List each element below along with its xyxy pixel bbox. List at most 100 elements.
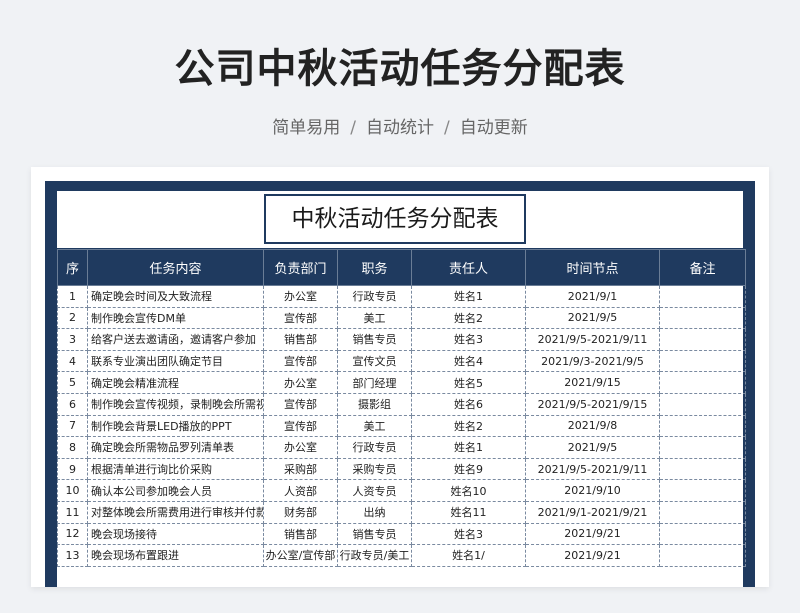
cell-owner: 姓名2 xyxy=(411,306,526,330)
feature-tags: 简单易用 / 自动统计 / 自动更新 xyxy=(0,113,800,138)
table-row: 4 联系专业演出团队确定节目 宣传部 宣传文员 姓名4 2021/9/3-2021/9/5 xyxy=(57,349,746,373)
cell-task: 晚会现场接待 xyxy=(87,522,264,546)
task-table: 序任务内容 负责部门 职务 责任人 时间节点 备注 1 确定晚会时间及大致流程 办公室 行政专员… xyxy=(57,249,746,567)
cell-department: 宣传部 xyxy=(263,349,338,373)
cell-position: 美工 xyxy=(337,306,412,330)
cell-task: 确定晚会精准流程 xyxy=(87,371,264,394)
cell-position: 行政专员 xyxy=(337,436,412,459)
cell-notes xyxy=(659,414,746,438)
cell-task: 制作晚会背景LED播放的PPT xyxy=(87,414,264,438)
cell-task: 确认本公司参加晚会人员 xyxy=(87,479,264,502)
cell-department: 宣传部 xyxy=(263,392,338,416)
spreadsheet-preview-card: 中秋活动任务分配表 序任务内容 负责部门 职务 责任人 时间节点 备注 1 确定晚会时间及大… xyxy=(31,167,769,587)
cell-notes xyxy=(659,328,746,351)
cell-task: 联系专业演出团队确定节目 xyxy=(87,349,264,373)
cell-notes xyxy=(659,544,746,567)
cell-owner: 姓名3 xyxy=(411,522,526,546)
table-row: 2 制作晚会宣传DM单 宣传部 美工 姓名2 2021/9/5 xyxy=(57,306,746,330)
cell-position: 宣传文员 xyxy=(337,349,412,373)
cell-notes xyxy=(659,306,746,330)
cell-index: 2 xyxy=(57,306,88,330)
cell-owner: 姓名1 xyxy=(411,436,526,459)
cell-department: 办公室/宣传部 xyxy=(263,544,338,567)
cell-position: 人资专员 xyxy=(337,479,412,502)
cell-index: 12 xyxy=(57,522,88,546)
cell-deadline: 2021/9/5-2021/9/11 xyxy=(525,457,660,481)
cell-position: 美工 xyxy=(337,414,412,438)
col-header-deadline: 时间节点 xyxy=(525,249,660,286)
col-header-task: 任务内容 xyxy=(87,249,264,286)
sheet-title-row: 中秋活动任务分配表 xyxy=(57,191,743,249)
cell-department: 宣传部 xyxy=(263,306,338,330)
cell-notes xyxy=(659,479,746,502)
cell-task: 制作晚会宣传视频，录制晚会所需视频 xyxy=(87,392,264,416)
table-row: 9 根据清单进行询比价采购 采购部 采购专员 姓名9 2021/9/5-2021/9/11 xyxy=(57,457,746,481)
spreadsheet-frame: 中秋活动任务分配表 序任务内容 负责部门 职务 责任人 时间节点 备注 1 确定晚会时间及大… xyxy=(45,181,755,587)
cell-deadline: 2021/9/21 xyxy=(525,544,660,567)
cell-owner: 姓名9 xyxy=(411,457,526,481)
table-row: 5 确定晚会精准流程 办公室 部门经理 姓名5 2021/9/15 xyxy=(57,371,746,394)
table-row: 3 给客户送去邀请函，邀请客户参加 销售部 销售专员 姓名3 2021/9/5-2021/… xyxy=(57,328,746,351)
cell-index: 10 xyxy=(57,479,88,502)
sheet-title: 中秋活动任务分配表 xyxy=(264,194,526,244)
cell-department: 办公室 xyxy=(263,436,338,459)
cell-owner: 姓名10 xyxy=(411,479,526,502)
cell-task: 给客户送去邀请函，邀请客户参加 xyxy=(87,328,264,351)
cell-deadline: 2021/9/5 xyxy=(525,306,660,330)
cell-owner: 姓名5 xyxy=(411,371,526,394)
cell-position: 部门经理 xyxy=(337,371,412,394)
cell-task: 确定晚会时间及大致流程 xyxy=(87,285,264,308)
feature-tag: 简单易用 xyxy=(272,118,341,138)
cell-index: 4 xyxy=(57,349,88,373)
cell-department: 办公室 xyxy=(263,285,338,308)
spreadsheet: 中秋活动任务分配表 序任务内容 负责部门 职务 责任人 时间节点 备注 1 确定晚会时间及大… xyxy=(56,190,746,587)
cell-position: 摄影组 xyxy=(337,392,412,416)
col-header-department: 负责部门 xyxy=(263,249,338,286)
cell-owner: 姓名4 xyxy=(411,349,526,373)
cell-position: 销售专员 xyxy=(337,328,412,351)
cell-notes xyxy=(659,371,746,394)
table-row: 8 确定晚会所需物品罗列清单表 办公室 行政专员 姓名1 2021/9/5 xyxy=(57,436,746,459)
cell-deadline: 2021/9/3-2021/9/5 xyxy=(525,349,660,373)
cell-department: 宣传部 xyxy=(263,414,338,438)
cell-task: 对整体晚会所需费用进行审核并付款 xyxy=(87,500,264,524)
cell-position: 行政专员/美工 xyxy=(337,544,412,567)
table-row: 13 晚会现场布置跟进 办公室/宣传部 行政专员/美工 姓名1/2021/9/21 xyxy=(57,544,746,567)
cell-task: 晚会现场布置跟进 xyxy=(87,544,264,567)
cell-deadline: 2021/9/15 xyxy=(525,371,660,394)
cell-department: 销售部 xyxy=(263,522,338,546)
cell-department: 财务部 xyxy=(263,500,338,524)
cell-task: 制作晚会宣传DM单 xyxy=(87,306,264,330)
cell-index: 9 xyxy=(57,457,88,481)
cell-position: 行政专员 xyxy=(337,285,412,308)
cell-owner: 姓名6 xyxy=(411,392,526,416)
cell-owner: 姓名1 xyxy=(411,285,526,308)
cell-task: 确定晚会所需物品罗列清单表 xyxy=(87,436,264,459)
cell-notes xyxy=(659,500,746,524)
cell-deadline: 2021/9/1-2021/9/21 xyxy=(525,500,660,524)
table-row: 11 对整体晚会所需费用进行审核并付款 财务部 出纳 姓名11 2021/9/1-2021… xyxy=(57,500,746,524)
cell-deadline: 2021/9/10 xyxy=(525,479,660,502)
col-header-position: 职务 xyxy=(337,249,412,286)
cell-owner: 姓名2 xyxy=(411,414,526,438)
cell-deadline: 2021/9/8 xyxy=(525,414,660,438)
cell-owner: 姓名1/ xyxy=(411,544,526,567)
table-row: 12 晚会现场接待 销售部 销售专员 姓名3 2021/9/21 xyxy=(57,522,746,546)
table-row: 7 制作晚会背景LED播放的PPT 宣传部 美工 姓名2 2021/9/8 xyxy=(57,414,746,438)
cell-deadline: 2021/9/21 xyxy=(525,522,660,546)
cell-index: 3 xyxy=(57,328,88,351)
cell-index: 11 xyxy=(57,500,88,524)
cell-index: 13 xyxy=(57,544,88,567)
cell-index: 1 xyxy=(57,285,88,308)
tag-separator: / xyxy=(444,118,450,138)
cell-deadline: 2021/9/5-2021/9/15 xyxy=(525,392,660,416)
cell-index: 7 xyxy=(57,414,88,438)
page-title: 公司中秋活动任务分配表 xyxy=(174,46,626,92)
cell-index: 5 xyxy=(57,371,88,394)
feature-tag: 自动更新 xyxy=(459,118,528,138)
cell-deadline: 2021/9/5 xyxy=(525,436,660,459)
cell-position: 销售专员 xyxy=(337,522,412,546)
cell-index: 6 xyxy=(57,392,88,416)
cell-index: 8 xyxy=(57,436,88,459)
feature-tag: 自动统计 xyxy=(366,118,434,138)
